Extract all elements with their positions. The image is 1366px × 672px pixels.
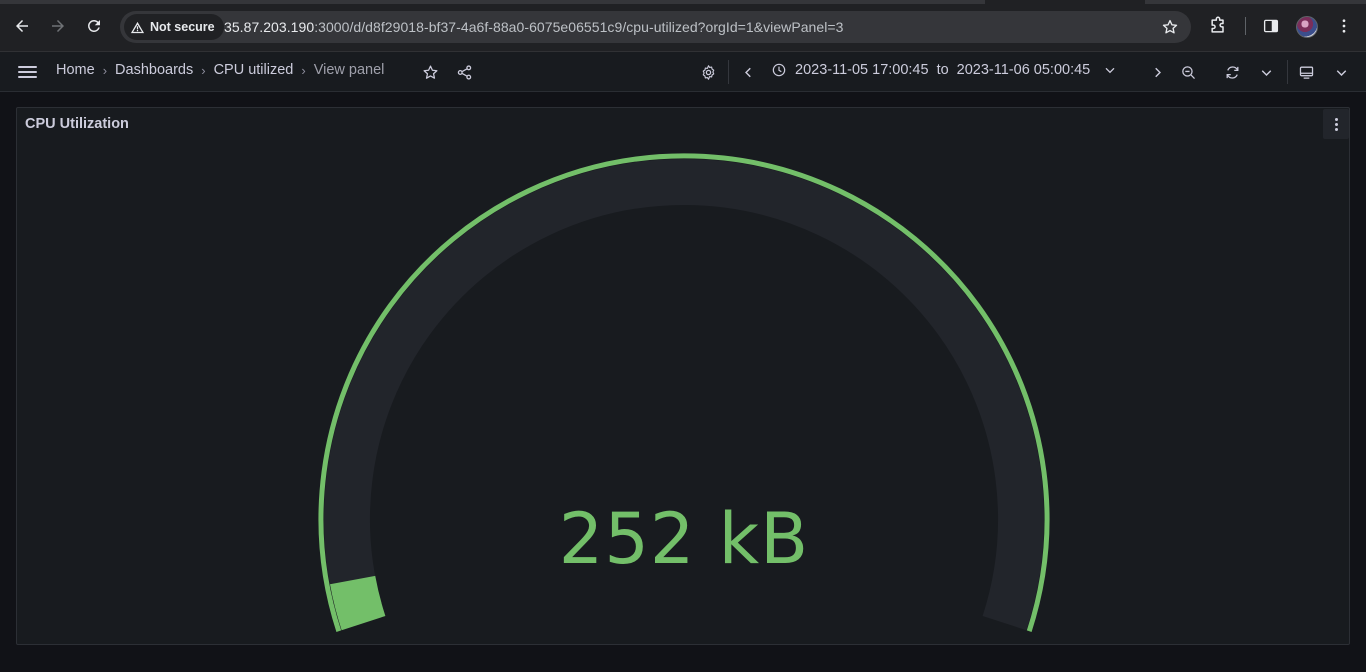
arrow-right-icon <box>52 20 64 32</box>
gauge-value-arc <box>329 575 386 631</box>
chevron-right-icon <box>1154 67 1161 77</box>
kebab-icon <box>1342 19 1346 33</box>
time-range-to: 2023-11-06 05:00:45 <box>956 62 1091 78</box>
view-options-dropdown[interactable] <box>1331 62 1351 82</box>
breadcrumb-current: View panel <box>313 62 385 78</box>
time-range-from: 2023-11-05 17:00:45 <box>795 62 929 78</box>
clock-icon <box>772 63 786 77</box>
gauge-panel: CPU Utilization 252 kB <box>16 107 1350 645</box>
side-panel-icon <box>1263 19 1279 33</box>
star-icon[interactable] <box>1161 18 1179 36</box>
warning-icon <box>130 21 145 33</box>
side-panel-button[interactable] <box>1260 15 1282 37</box>
address-bar[interactable]: Not secure 35.87.203.190:3000/d/d8f29018… <box>120 11 1191 43</box>
browser-menu-button[interactable] <box>1333 15 1355 37</box>
refresh-icon <box>1226 65 1238 79</box>
chevron-right-icon: › <box>102 62 108 78</box>
zoom-out-button[interactable] <box>1178 62 1198 82</box>
breadcrumb-dashboards[interactable]: Dashboards <box>115 62 193 78</box>
chevron-down-icon <box>1105 67 1115 74</box>
browser-toolbar: Not secure 35.87.203.190:3000/d/d8f29018… <box>0 0 1366 52</box>
dashboard-settings-button[interactable] <box>698 62 718 82</box>
chevron-down-icon <box>1261 69 1271 76</box>
menu-toggle-button[interactable] <box>18 63 38 81</box>
security-indicator[interactable]: Not secure <box>124 14 224 40</box>
time-forward-button[interactable] <box>1147 62 1167 82</box>
extensions-button[interactable] <box>1207 15 1229 37</box>
chevron-left-icon <box>744 67 751 77</box>
star-icon <box>422 64 438 79</box>
arrow-left-icon <box>16 20 28 32</box>
breadcrumb: Home › Dashboards › CPU utilized › View … <box>56 62 384 78</box>
url-text[interactable]: 35.87.203.190:3000/d/d8f29018-bf37-4a6f-… <box>224 19 843 35</box>
time-range-separator: to <box>936 62 949 78</box>
time-range-picker[interactable]: 2023-11-05 17:00:45 to 2023-11-06 05:00:… <box>771 62 1118 78</box>
breadcrumb-home[interactable]: Home <box>56 62 95 78</box>
toolbar-divider <box>1287 60 1288 84</box>
zoom-out-icon <box>1181 65 1195 79</box>
url-host: 35.87.203.190 <box>224 19 315 35</box>
security-label: Not secure <box>150 20 215 34</box>
gauge-value: 252 kB <box>558 498 810 580</box>
tv-mode-icon <box>1299 66 1313 79</box>
chevron-down-icon <box>1336 69 1346 76</box>
mark-favorite-button[interactable] <box>420 62 440 82</box>
gear-icon <box>702 64 714 80</box>
share-icon <box>457 64 471 80</box>
url-path: :3000/d/d8f29018-bf37-4a6f-88a0-6075e065… <box>314 19 844 35</box>
tv-mode-button[interactable] <box>1296 62 1316 82</box>
reload-icon <box>88 19 100 32</box>
tab-strip <box>0 0 1366 4</box>
profile-avatar[interactable] <box>1296 16 1318 38</box>
refresh-button[interactable] <box>1222 62 1242 82</box>
chevron-right-icon: › <box>201 62 206 78</box>
breadcrumb-dashboard[interactable]: CPU utilized <box>214 62 294 78</box>
puzzle-icon <box>1211 16 1224 33</box>
share-button[interactable] <box>454 62 474 82</box>
chevron-right-icon: › <box>301 62 306 78</box>
toolbar-divider <box>728 60 729 84</box>
toolbar-divider <box>1245 17 1246 35</box>
back-button[interactable] <box>10 14 34 38</box>
reload-button[interactable] <box>82 14 106 38</box>
forward-button[interactable] <box>46 14 70 38</box>
refresh-interval-dropdown[interactable] <box>1256 62 1276 82</box>
time-back-button[interactable] <box>738 62 758 82</box>
grafana-topbar: Home › Dashboards › CPU utilized › View … <box>0 52 1366 92</box>
